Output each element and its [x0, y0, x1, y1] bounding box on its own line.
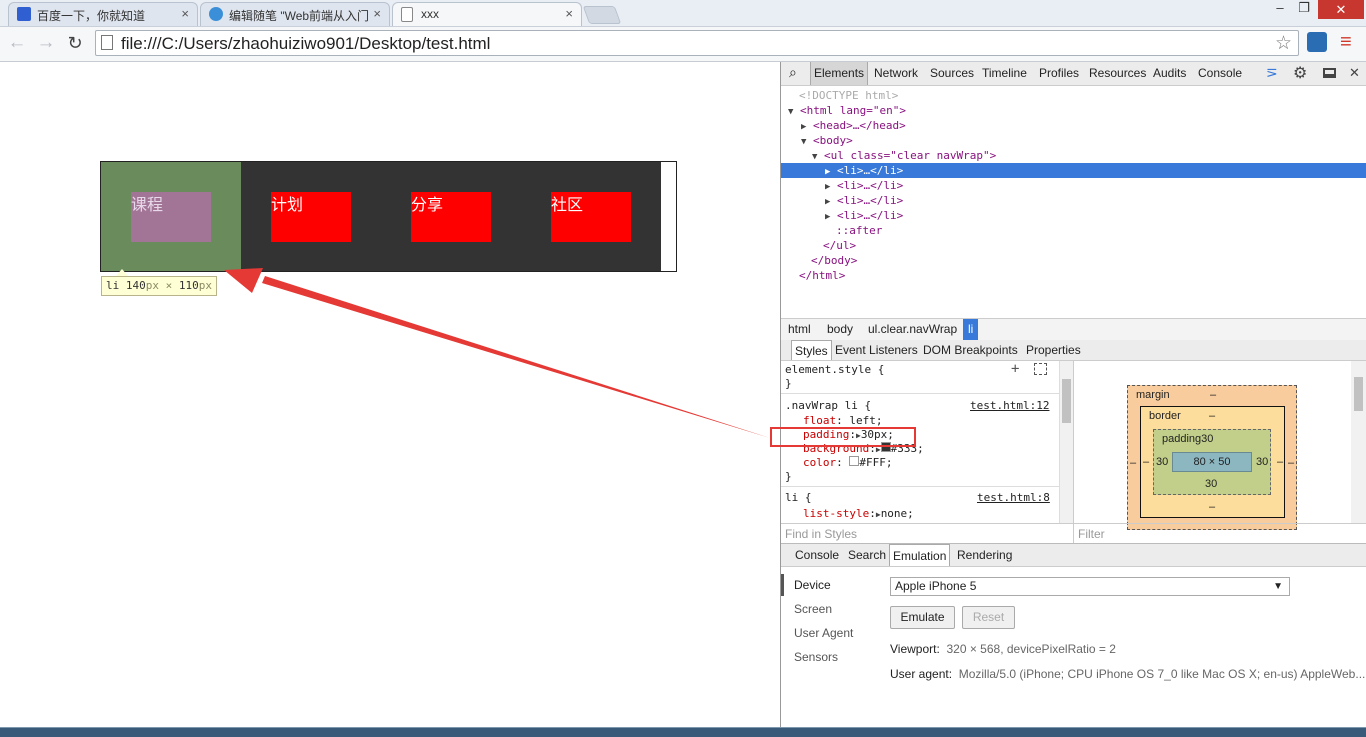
- annotation-arrow: [224, 268, 770, 438]
- annotation-arrow-shaft: [262, 276, 770, 438]
- annotation-arrow-head: [224, 268, 263, 293]
